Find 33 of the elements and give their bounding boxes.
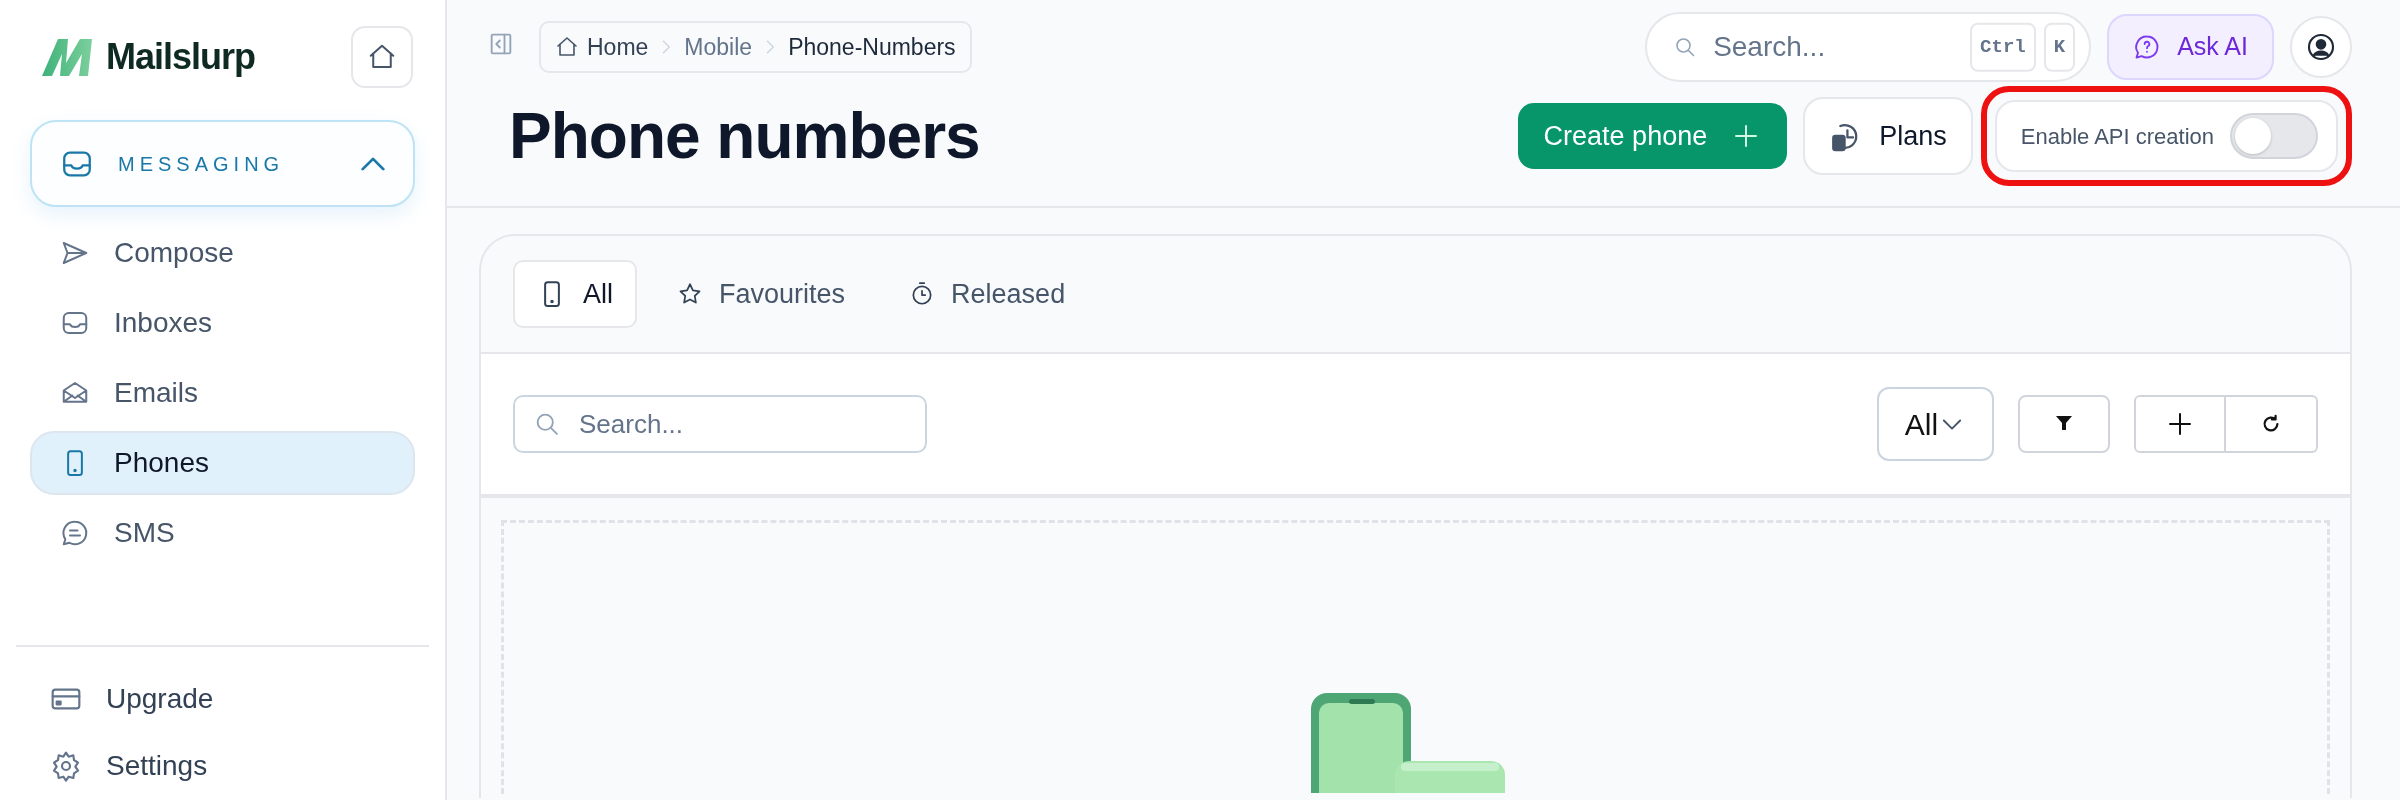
keyboard-key: K [2043, 22, 2076, 72]
user-icon [2305, 31, 2337, 63]
toggle-label: Enable API creation [2020, 122, 2214, 151]
filter-button[interactable] [2018, 395, 2110, 453]
sidebar-item[interactable]: Upgrade [16, 665, 429, 733]
home-icon [555, 35, 579, 59]
tab[interactable]: All [513, 260, 637, 328]
plans-button[interactable]: Plans [1803, 97, 1973, 175]
sidebar-item[interactable]: Emails [30, 361, 415, 426]
page-title: Phone numbers [509, 98, 981, 174]
logo-text: Mailslurp [106, 35, 256, 79]
sidebar-item[interactable]: Compose [30, 221, 415, 286]
add-button[interactable] [2134, 395, 2226, 453]
tab[interactable]: Favourites [653, 260, 870, 328]
create-phone-button[interactable]: Create phone [1517, 103, 1788, 169]
refresh-button[interactable] [2226, 395, 2318, 453]
breadcrumb-link[interactable]: Mobile [684, 29, 753, 65]
search-field[interactable]: Search... [513, 395, 927, 453]
sidebar-item[interactable]: Inboxes [30, 291, 415, 356]
home-button[interactable] [351, 26, 413, 88]
toggle-switch[interactable] [2230, 113, 2318, 159]
filter-dropdown[interactable]: All [1877, 387, 1994, 461]
keyboard-key: Ctrl [1970, 22, 2036, 72]
breadcrumb-link[interactable]: Phone-Numbers [788, 29, 956, 65]
sidebar-item[interactable]: Phones [30, 431, 415, 496]
sidebar-item[interactable]: Settings [16, 732, 429, 800]
sidebar-item[interactable]: SMS [30, 501, 415, 566]
breadcrumb-link[interactable]: Home [587, 29, 649, 65]
section-title: MESSAGING [118, 151, 286, 177]
gear-icon [50, 750, 82, 783]
tab[interactable]: Released [885, 260, 1090, 328]
section-header[interactable]: MESSAGING [30, 120, 415, 208]
ask-ai-button[interactable]: Ask AI [2107, 14, 2274, 80]
